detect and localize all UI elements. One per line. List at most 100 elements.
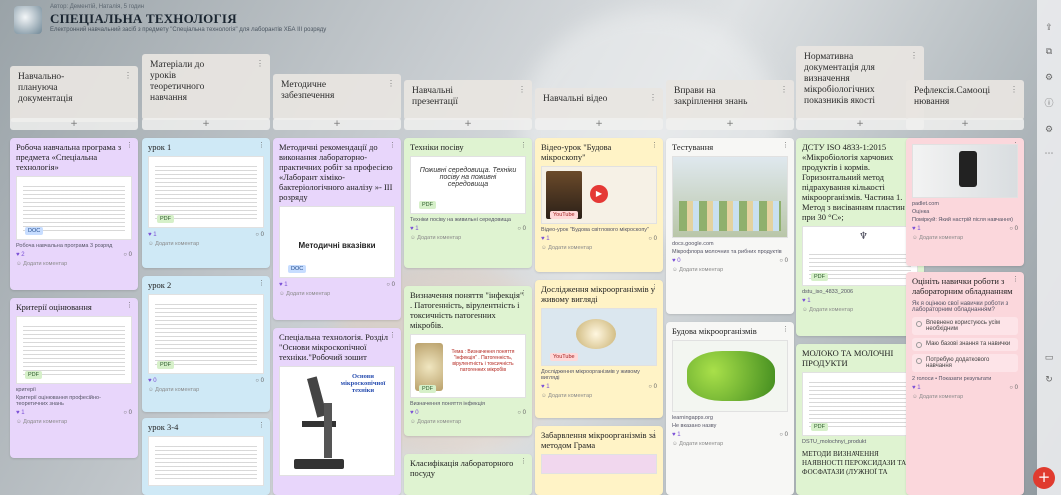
- more-icon[interactable]: ⋮: [651, 429, 658, 437]
- post-card[interactable]: ⋮ ДСТУ ISO 4833-1:2015 «Мікробіологія ха…: [796, 138, 924, 336]
- heart-icon[interactable]: ♥ 1: [279, 282, 288, 288]
- more-icon[interactable]: ⋮: [1010, 84, 1018, 95]
- comment-icon[interactable]: ○ 0: [517, 410, 526, 416]
- more-icon[interactable]: ⋮: [782, 141, 789, 149]
- more-icon[interactable]: ⋮: [651, 141, 658, 149]
- add-post-button[interactable]: +: [404, 118, 532, 130]
- heart-icon[interactable]: ♥ 0: [410, 410, 419, 416]
- post-card[interactable]: ⋮ Забарвлення мікроорганізмів за методом…: [535, 426, 663, 495]
- post-card[interactable]: ⋮ Техніки посіву Поживні середовища. Тех…: [404, 138, 532, 268]
- poll-results-link[interactable]: 2 голоси • Показати результати: [906, 375, 1024, 383]
- add-comment-link[interactable]: ☺ Додати коментар: [796, 306, 924, 317]
- column-title[interactable]: Навчально- плануюча документація ⋮: [10, 66, 138, 122]
- comment-icon[interactable]: ○ 0: [779, 258, 788, 264]
- more-icon[interactable]: ⋮: [258, 141, 265, 149]
- add-comment-link[interactable]: ☺ Додати коментар: [273, 290, 401, 301]
- more-icon[interactable]: ⋮: [389, 331, 396, 339]
- comment-icon[interactable]: ○ 0: [1009, 385, 1018, 391]
- add-comment-link[interactable]: ☺ Додати коментар: [535, 392, 663, 403]
- play-icon[interactable]: ▶: [590, 185, 608, 203]
- add-post-fab[interactable]: +: [1033, 467, 1055, 489]
- heart-icon[interactable]: ♥ 1: [912, 226, 921, 232]
- add-post-button[interactable]: +: [666, 118, 794, 130]
- more-icon[interactable]: ⋮: [780, 84, 788, 95]
- comment-icon[interactable]: ○ 0: [648, 236, 657, 242]
- gear-icon[interactable]: ⚙: [1043, 124, 1055, 136]
- radio-icon[interactable]: [916, 342, 922, 348]
- add-post-button[interactable]: +: [535, 118, 663, 130]
- comment-icon[interactable]: ○ 0: [1009, 226, 1018, 232]
- poll-card[interactable]: ⋮ Оцініть навички роботи з лабораторним …: [906, 272, 1024, 495]
- post-card[interactable]: ⋮ Відео-урок "Будова мікроскопу" ▶ YouTu…: [535, 138, 663, 272]
- settings-icon[interactable]: ⚙: [1043, 72, 1055, 84]
- heart-icon[interactable]: ♥ 1: [802, 298, 811, 304]
- column-title[interactable]: Методичне забезпечення ⋮: [273, 74, 401, 120]
- column-title[interactable]: Навчальні презентації ⋮: [404, 80, 532, 120]
- add-post-button[interactable]: +: [906, 118, 1024, 130]
- add-comment-link[interactable]: ☺ Додати коментар: [142, 240, 270, 251]
- post-card[interactable]: ⋮ Класифікація лабораторного посуду: [404, 454, 532, 495]
- add-comment-link[interactable]: ☺ Додати коментар: [666, 266, 794, 277]
- more-icon[interactable]: ⋮: [520, 289, 527, 297]
- more-icon[interactable]: ⋮: [256, 58, 264, 69]
- more-icon[interactable]: ⋮: [649, 92, 657, 103]
- column-title[interactable]: Нормативна документація для визначення м…: [796, 46, 924, 120]
- radio-icon[interactable]: [916, 321, 922, 327]
- more-icon[interactable]: ⋮: [258, 421, 265, 429]
- add-post-button[interactable]: +: [273, 118, 401, 130]
- column-title[interactable]: Матеріали до уроків теоретичного навчанн…: [142, 54, 270, 120]
- more-icon[interactable]: ⋮: [520, 141, 527, 149]
- more-icon[interactable]: ⋮: [1012, 275, 1019, 283]
- comment-icon[interactable]: ○ 0: [255, 232, 264, 238]
- post-card[interactable]: ⋮ Методичні рекомендації до виконання ла…: [273, 138, 401, 320]
- heart-icon[interactable]: ♥ 2: [16, 252, 25, 258]
- heart-icon[interactable]: ♥ 1: [16, 410, 25, 416]
- post-card[interactable]: ⋮ Спеціальна технологія. Розділ "Основи …: [273, 328, 401, 495]
- more-options-icon[interactable]: ⋯: [1043, 148, 1055, 160]
- add-comment-link[interactable]: ☺ Додати коментар: [404, 234, 532, 245]
- copy-icon[interactable]: ⧉: [1043, 46, 1055, 58]
- comment-icon[interactable]: ○ 0: [648, 384, 657, 390]
- heart-icon[interactable]: ♥ 1: [148, 232, 157, 238]
- heart-icon[interactable]: ♥ 0: [672, 258, 681, 264]
- add-comment-link[interactable]: ☺ Додати коментар: [906, 393, 1024, 404]
- add-comment-link[interactable]: ☺ Додати коментар: [404, 418, 532, 429]
- more-icon[interactable]: ⋮: [520, 457, 527, 465]
- more-icon[interactable]: ⋮: [258, 279, 265, 287]
- column-title[interactable]: Рефлексія.Самооці нювання ⋮: [906, 80, 1024, 120]
- heart-icon[interactable]: ♥ 0: [148, 378, 157, 384]
- post-card[interactable]: ⋮ Визначення поняття "інфекція" . Патоге…: [404, 286, 532, 436]
- more-icon[interactable]: ⋮: [651, 283, 658, 291]
- comment-icon[interactable]: ○ 0: [123, 252, 132, 258]
- add-comment-link[interactable]: ☺ Додати коментар: [666, 440, 794, 451]
- add-post-button[interactable]: +: [796, 118, 924, 130]
- heart-icon[interactable]: ♥ 1: [410, 226, 419, 232]
- add-comment-link[interactable]: ☺ Додати коментар: [10, 418, 138, 429]
- post-card[interactable]: ⋮ Дослідження мікроорганізмів у живому в…: [535, 280, 663, 418]
- column-title[interactable]: Вправи на закріплення знань ⋮: [666, 80, 794, 120]
- heart-icon[interactable]: ♥ 1: [541, 384, 550, 390]
- more-icon[interactable]: ⋮: [389, 141, 396, 149]
- add-comment-link[interactable]: ☺ Додати коментар: [535, 244, 663, 255]
- comment-icon[interactable]: ○ 0: [517, 226, 526, 232]
- post-card[interactable]: ⋮ Тестування docs.google.com Мікрофлора …: [666, 138, 794, 314]
- post-card[interactable]: ⋮ урок 1 PDF ♥ 1 ○ 0 ☺ Додати коментар: [142, 138, 270, 268]
- add-comment-link[interactable]: ☺ Додати коментар: [906, 234, 1024, 245]
- more-icon[interactable]: ⋮: [782, 325, 789, 333]
- post-card[interactable]: ⋮ урок 3-4: [142, 418, 270, 495]
- post-card[interactable]: ⋮ МОЛОКО ТА МОЛОЧНІ ПРОДУКТИ PDF DSTU_mo…: [796, 344, 924, 495]
- more-icon[interactable]: ⋮: [126, 141, 133, 149]
- more-icon[interactable]: ⋮: [518, 84, 526, 95]
- more-icon[interactable]: ⋮: [126, 301, 133, 309]
- add-post-button[interactable]: +: [142, 118, 270, 130]
- column-title[interactable]: Навчальні відео ⋮: [535, 88, 663, 120]
- info-icon[interactable]: ⓘ: [1043, 98, 1055, 110]
- share-icon[interactable]: ⇪: [1043, 22, 1055, 34]
- more-icon[interactable]: ⋮: [124, 70, 132, 81]
- post-card[interactable]: ⋮ Робоча навчальна програма з предмета «…: [10, 138, 138, 290]
- radio-icon[interactable]: [916, 358, 922, 364]
- add-comment-link[interactable]: ☺ Додати коментар: [10, 260, 138, 271]
- poll-option[interactable]: Впевнено користуюсь усім необхідним: [912, 317, 1018, 335]
- add-comment-link[interactable]: ☺ Додати коментар: [142, 386, 270, 397]
- poll-option[interactable]: Потребую додаткового навчання: [912, 354, 1018, 372]
